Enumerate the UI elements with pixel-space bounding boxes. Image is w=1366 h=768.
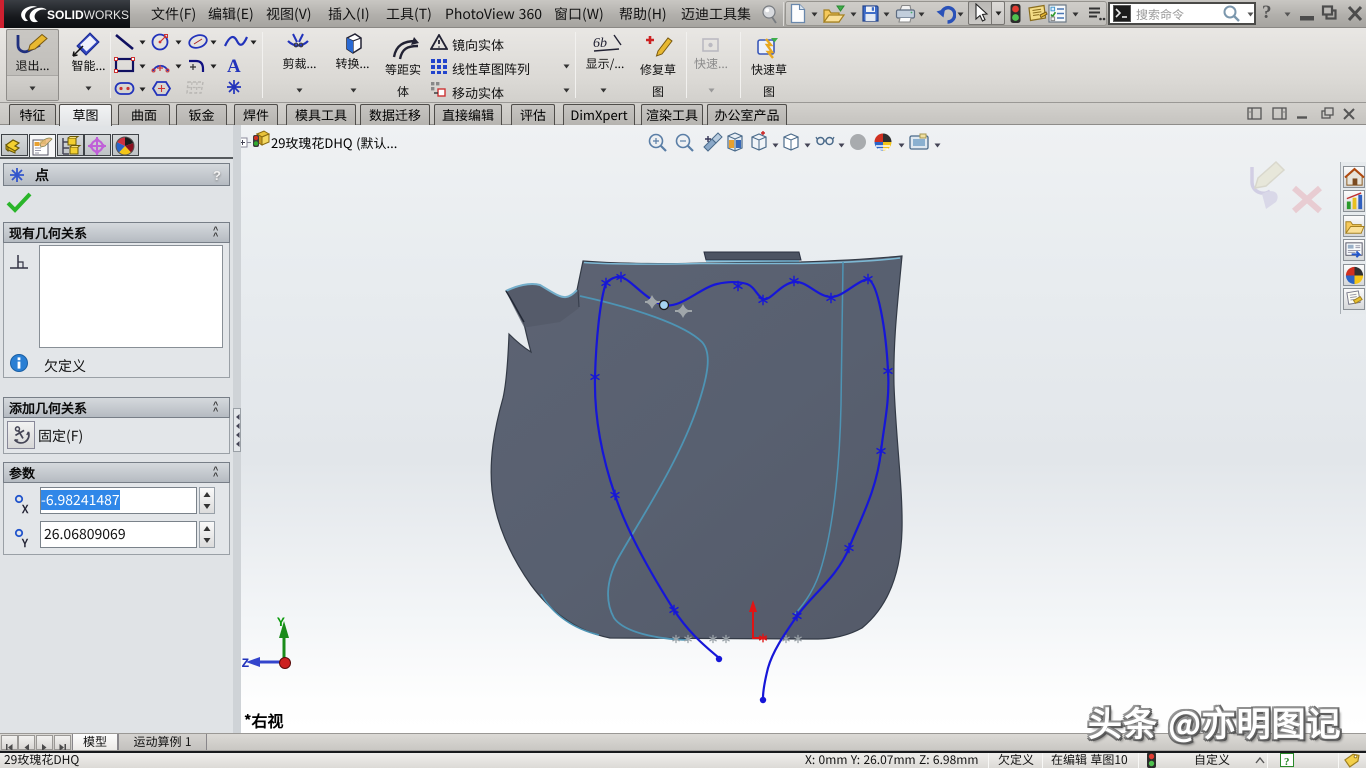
svg-text:X: X — [21, 501, 29, 515]
svg-text:Y: Y — [277, 615, 285, 630]
svg-text:6b: 6b — [593, 36, 607, 51]
svg-text:Y: Y — [21, 535, 29, 549]
svg-text:Z: Z — [242, 656, 250, 671]
svg-text:?: ? — [1284, 756, 1290, 767]
svg-text:A: A — [227, 56, 241, 75]
